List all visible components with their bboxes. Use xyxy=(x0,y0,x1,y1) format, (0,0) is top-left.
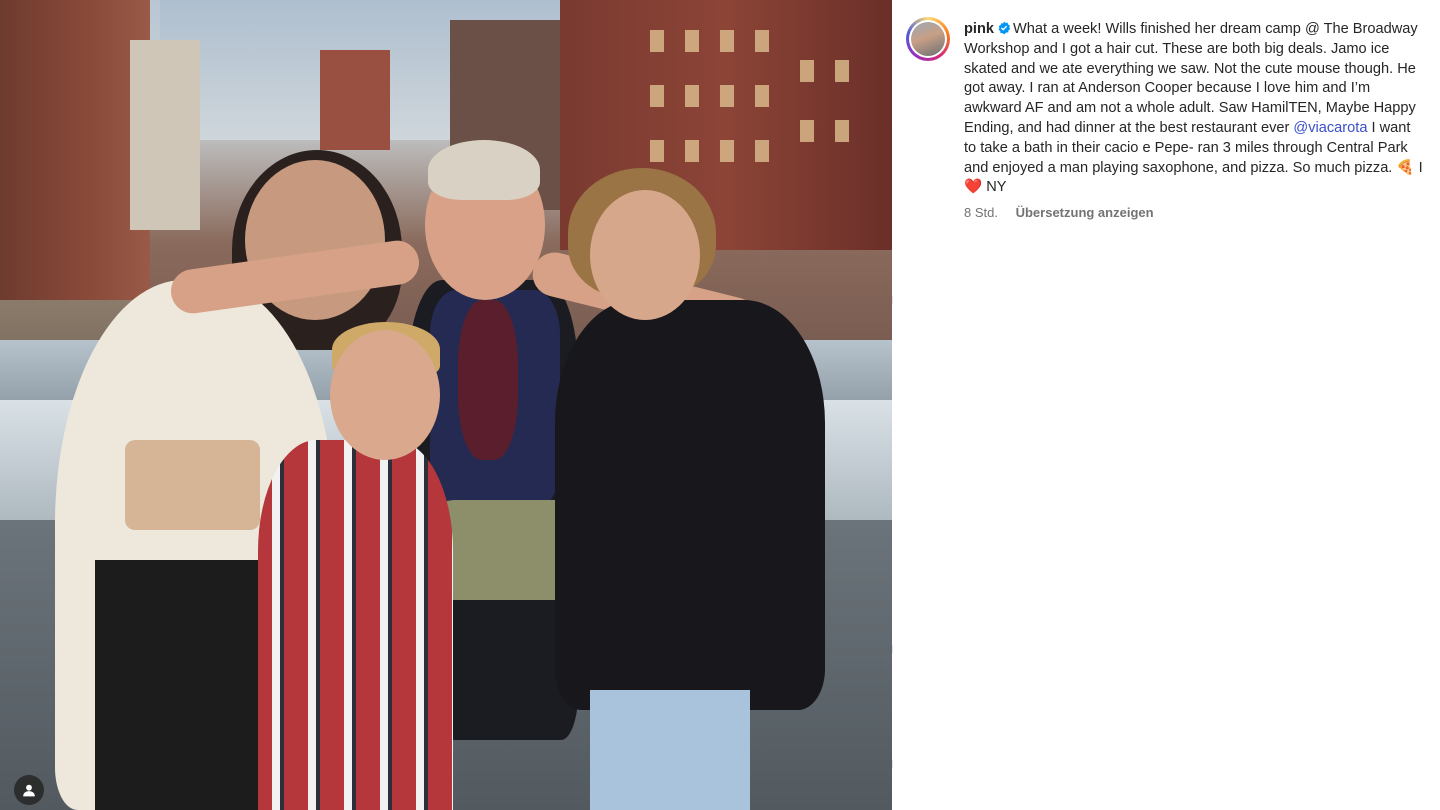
panel-divider-mark xyxy=(892,645,893,653)
photo-building-left xyxy=(0,0,150,300)
panel-divider-mark xyxy=(892,760,893,768)
post-timestamp[interactable]: 8 Std. xyxy=(964,205,998,220)
caption-meta: 8 Std. Übersetzung anzeigen xyxy=(964,205,1154,220)
photo-building-far xyxy=(320,50,390,150)
author-avatar[interactable] xyxy=(906,17,950,61)
photo-person-3-strap xyxy=(458,300,518,460)
caption-text: NY xyxy=(982,179,1007,196)
photo-person-4-face xyxy=(590,190,700,320)
photo-person-2-face xyxy=(330,330,440,460)
post-photo[interactable] xyxy=(0,0,892,810)
heart-emoji-icon: ❤️ xyxy=(964,179,983,196)
caption-text: What a week! Wills finished her dream ca… xyxy=(964,21,1418,136)
photo-person-4-jeans xyxy=(590,690,750,810)
photo-building-left-2 xyxy=(130,40,200,230)
photo-woven-bag xyxy=(125,440,260,530)
caption-text: I xyxy=(1414,159,1423,176)
verified-badge-icon xyxy=(998,21,1011,35)
panel-divider-mark xyxy=(892,296,893,304)
post-caption-panel: pink What a week! Wills finished her drea… xyxy=(892,0,1440,810)
photo-person-3-hair xyxy=(428,140,540,200)
mention-link[interactable]: @viacarota xyxy=(1293,120,1367,136)
photo-person-2 xyxy=(258,440,453,810)
show-translation-button[interactable]: Übersetzung anzeigen xyxy=(1016,205,1154,220)
photo-person-4 xyxy=(555,300,825,710)
pizza-emoji-icon: 🍕 xyxy=(1396,159,1415,176)
post-caption: pink What a week! Wills finished her drea… xyxy=(964,20,1424,198)
person-icon xyxy=(23,784,35,797)
photo-person-1-pants xyxy=(95,560,270,810)
avatar-image xyxy=(911,22,945,56)
author-username[interactable]: pink xyxy=(964,21,994,37)
tagged-users-button[interactable] xyxy=(14,775,44,805)
